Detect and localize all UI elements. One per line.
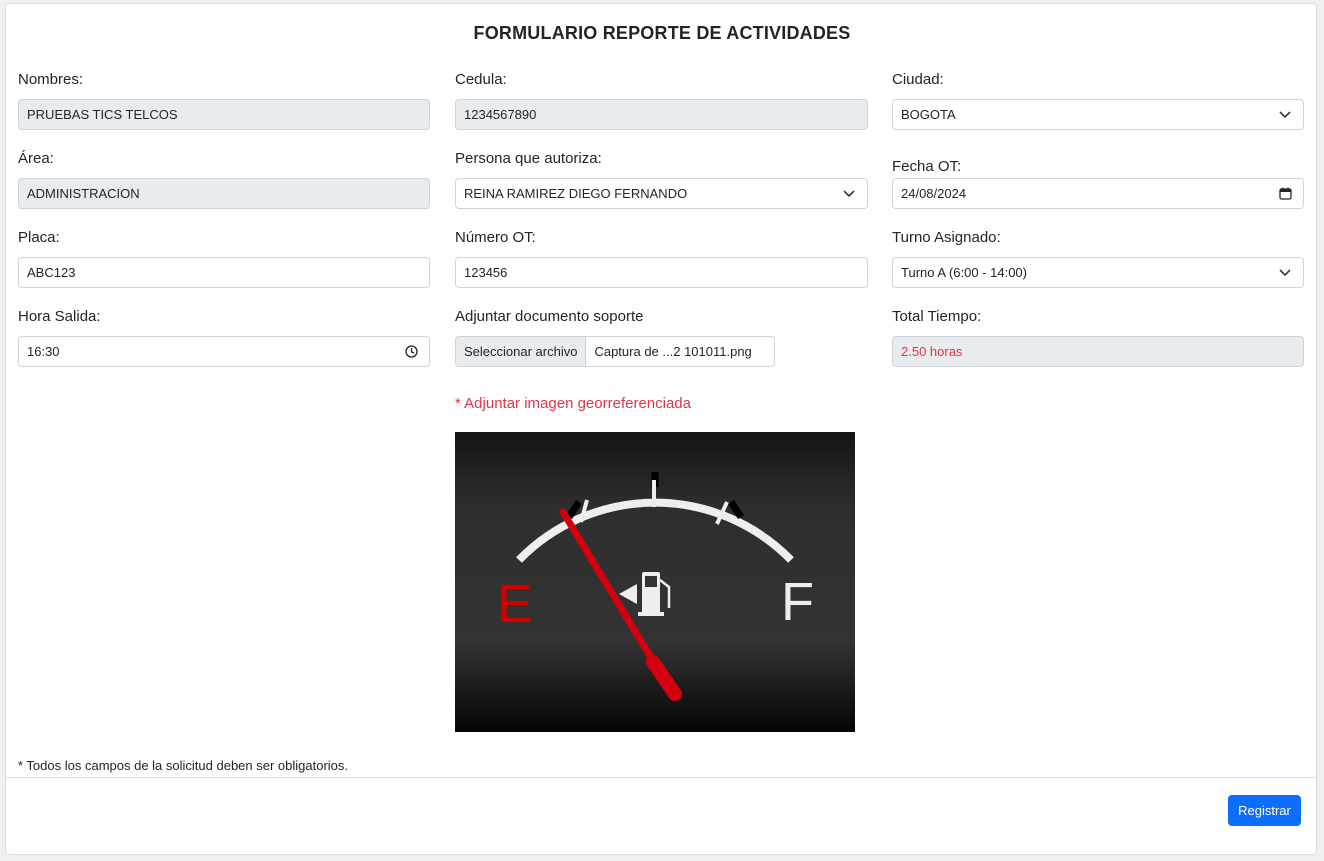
hora-salida-label: Hora Salida: [18, 308, 101, 325]
area-label: Área: [18, 150, 54, 167]
calendar-icon[interactable] [1279, 187, 1292, 200]
footnote: * Todos los campos de la solicitud deben… [18, 758, 349, 773]
cedula-label: Cedula: [455, 71, 507, 88]
chevron-down-icon [1279, 269, 1291, 276]
chevron-down-icon [1279, 111, 1291, 118]
form-card: FORMULARIO REPORTE DE ACTIVIDADES Nombre… [5, 3, 1317, 855]
chevron-down-icon [843, 190, 855, 197]
adjunto-file-input[interactable]: Seleccionar archivo Captura de ...2 1010… [455, 336, 775, 367]
geo-warning: * Adjuntar imagen georreferenciada [455, 395, 691, 412]
turno-value: Turno A (6:00 - 14:00) [901, 265, 1027, 280]
hora-salida-value: 16:30 [27, 344, 60, 359]
nombres-label: Nombres: [18, 71, 84, 88]
clock-icon[interactable] [405, 345, 418, 358]
fuel-gauge-image: E F [455, 432, 855, 732]
turno-label: Turno Asignado: [892, 229, 1001, 246]
turno-select[interactable]: Turno A (6:00 - 14:00) [892, 257, 1304, 288]
ciudad-select[interactable]: BOGOTA [892, 99, 1304, 130]
cedula-field[interactable]: 1234567890 [455, 99, 868, 130]
ciudad-label: Ciudad: [892, 71, 944, 88]
autoriza-label: Persona que autoriza: [455, 150, 602, 167]
autoriza-select[interactable]: REINA RAMIREZ DIEGO FERNANDO [455, 178, 868, 209]
hora-salida-field[interactable]: 16:30 [18, 336, 430, 367]
autoriza-value: REINA RAMIREZ DIEGO FERNANDO [464, 186, 688, 201]
fecha-ot-value: 24/08/2024 [901, 186, 967, 201]
numero-ot-label: Número OT: [455, 229, 536, 246]
placa-label: Placa: [18, 229, 60, 246]
placa-field[interactable]: ABC123 [18, 257, 430, 288]
register-button[interactable]: Registrar [1228, 795, 1301, 826]
form-title: FORMULARIO REPORTE DE ACTIVIDADES [473, 23, 851, 43]
gauge-full-label: F [781, 572, 814, 632]
selected-file-name: Captura de ...2 101011.png [594, 344, 752, 359]
nombres-field[interactable]: PRUEBAS TICS TELCOS [18, 99, 430, 130]
fecha-ot-label: Fecha OT: [892, 158, 962, 175]
select-file-button[interactable]: Seleccionar archivo [456, 337, 587, 366]
ciudad-value: BOGOTA [901, 107, 956, 122]
numero-ot-field[interactable]: 123456 [455, 257, 868, 288]
fecha-ot-field[interactable]: 24/08/2024 [892, 178, 1304, 209]
area-field[interactable]: ADMINISTRACION [18, 178, 430, 209]
footer-divider [6, 777, 1316, 778]
total-tiempo-label: Total Tiempo: [892, 308, 982, 325]
adjunto-label: Adjuntar documento soporte [455, 308, 644, 325]
total-tiempo-field[interactable]: 2.50 horas [892, 336, 1304, 367]
gauge-empty-label: E [497, 574, 533, 634]
